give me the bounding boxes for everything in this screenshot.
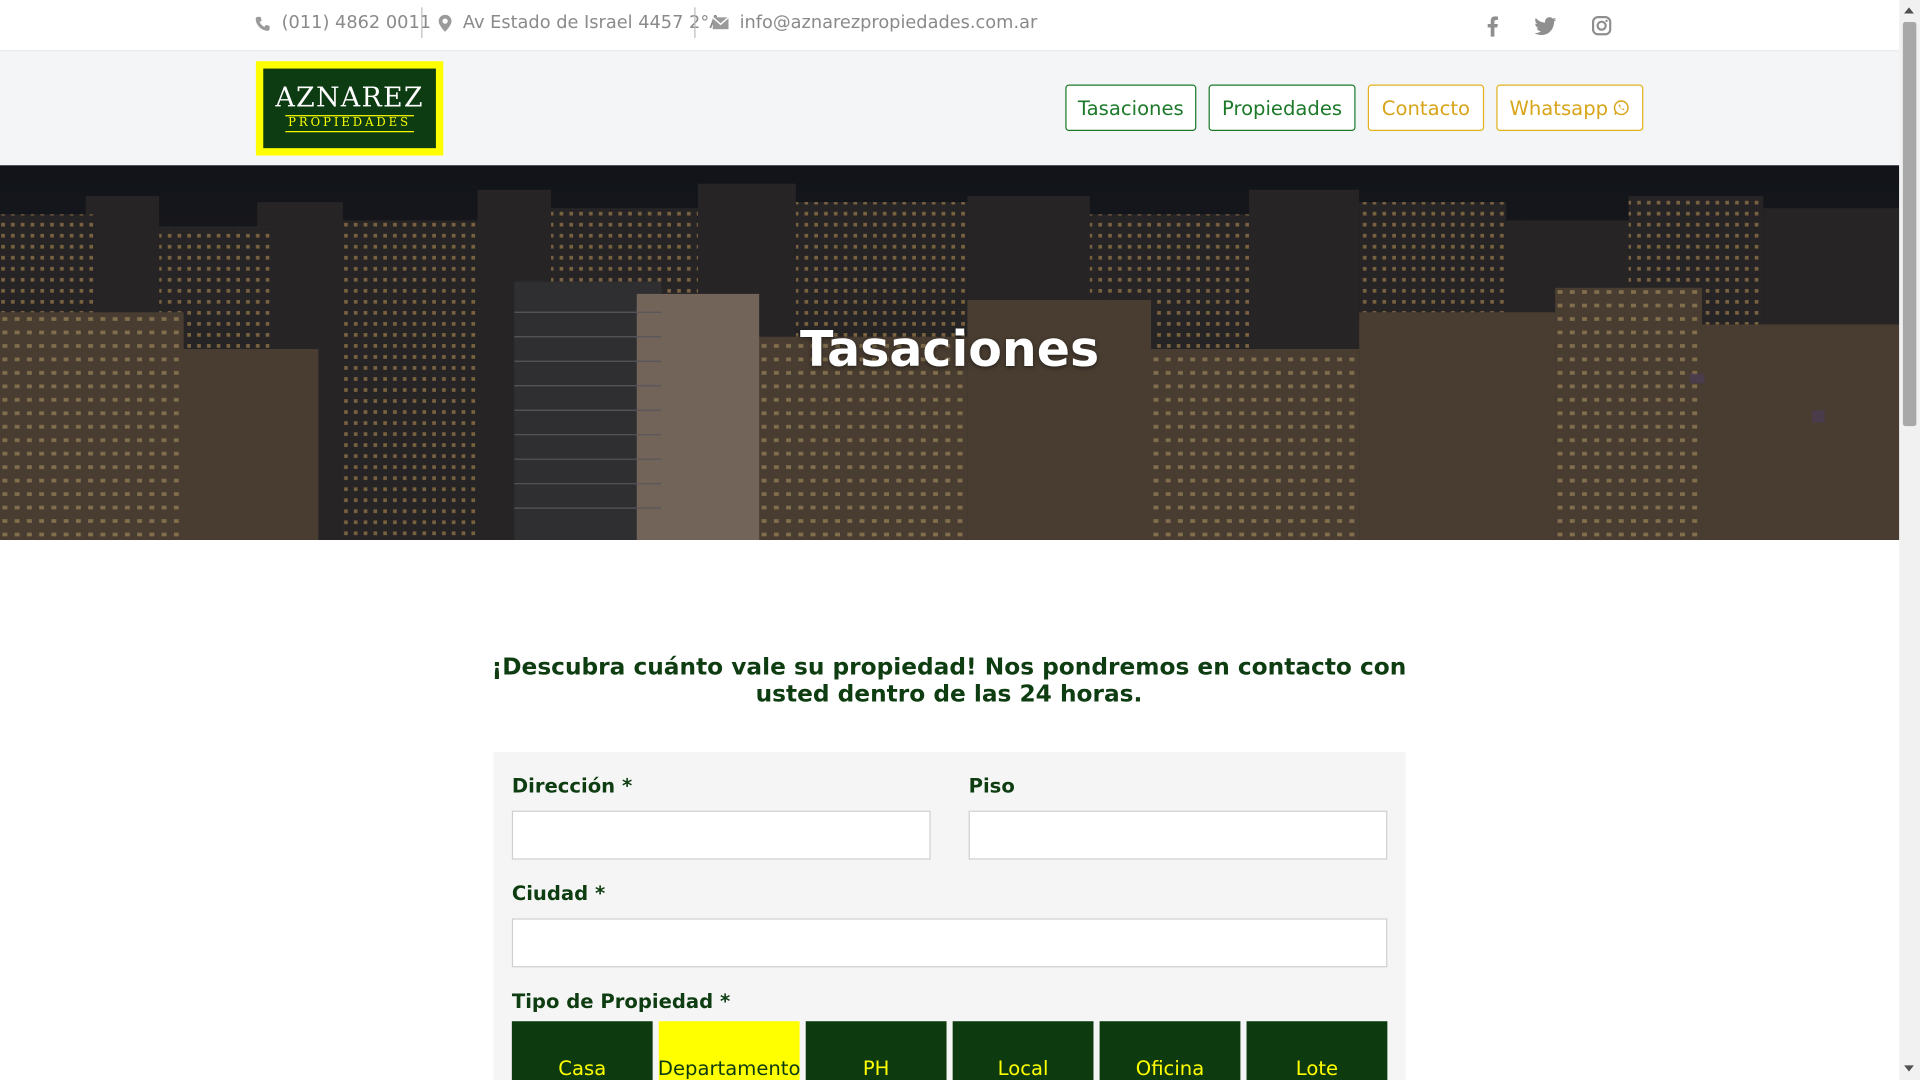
logo-sub-text: PROPIEDADES (285, 115, 414, 133)
address-text: Av Estado de Israel 4457 2°A (462, 13, 722, 34)
piso-label: Piso (968, 773, 1015, 798)
page-scrollbar[interactable] (1899, 0, 1920, 1080)
tipo-casa-button[interactable]: Casa (511, 1021, 653, 1080)
phone-icon (255, 16, 270, 31)
phone-info[interactable]: (011) 4862 0011 (255, 0, 431, 47)
hero-banner: Tasaciones (0, 165, 1900, 541)
tipo-lote-button[interactable]: Lote (1246, 1021, 1388, 1080)
nav-tasaciones-button[interactable]: Tasaciones (1065, 84, 1197, 132)
scroll-down-arrow-icon[interactable] (1904, 1065, 1914, 1072)
address-info[interactable]: Av Estado de Israel 4457 2°A (438, 0, 721, 47)
nav-whatsapp-button[interactable]: Whatsapp (1496, 84, 1644, 132)
logo-inner: AZNAREZ PROPIEDADES (263, 68, 436, 149)
tipo-oficina-label: Oficina (1135, 1056, 1205, 1080)
map-pin-icon (438, 14, 452, 32)
form-headline: ¡Descubra cuánto vale su propiedad! Nos … (491, 653, 1407, 708)
tipo-lote-label: Lote (1295, 1056, 1339, 1080)
brand-logo[interactable]: AZNAREZ PROPIEDADES (255, 61, 444, 156)
top-info-bar: (011) 4862 0011 Av Estado de Israel 4457… (0, 0, 1900, 52)
site-header: AZNAREZ PROPIEDADES Tasaciones Propiedad… (0, 51, 1900, 166)
ciudad-label: Ciudad * (511, 881, 606, 905)
whatsapp-icon (1614, 100, 1630, 116)
piso-input[interactable] (968, 810, 1388, 860)
hero-title: Tasaciones (800, 322, 1100, 379)
envelope-icon (712, 17, 729, 30)
tipo-local-button[interactable]: Local (952, 1021, 1094, 1080)
twitter-icon[interactable] (1533, 13, 1557, 37)
nav-propiedades-label: Propiedades (1221, 96, 1343, 120)
nav-tasaciones-label: Tasaciones (1077, 96, 1184, 120)
tipo-casa-label: Casa (558, 1056, 607, 1080)
email-info[interactable]: info@aznarezpropiedades.com.ar (712, 0, 1038, 47)
direccion-label: Dirección * (511, 773, 633, 798)
scrollbar-thumb[interactable] (1902, 22, 1917, 427)
divider (694, 7, 696, 38)
nav-contacto-label: Contacto (1381, 96, 1471, 120)
page: (011) 4862 0011 Av Estado de Israel 4457… (0, 0, 1920, 1080)
tipo-ph-label: PH (862, 1056, 890, 1080)
facebook-icon[interactable] (1480, 13, 1504, 37)
instagram-icon[interactable] (1589, 13, 1613, 37)
logo-main-text: AZNAREZ (275, 83, 424, 114)
tipo-departamento-button[interactable]: Departamento (657, 1021, 801, 1080)
scroll-up-arrow-icon[interactable] (1904, 7, 1914, 14)
tipo-propiedad-label: Tipo de Propiedad * (511, 989, 731, 1013)
tipo-oficina-button[interactable]: Oficina (1099, 1021, 1241, 1080)
tipo-ph-button[interactable]: PH (805, 1021, 947, 1080)
nav-propiedades-button[interactable]: Propiedades (1208, 84, 1356, 132)
ciudad-input[interactable] (511, 918, 1388, 968)
tipo-local-label: Local (997, 1056, 1049, 1080)
nav-contacto-button[interactable]: Contacto (1367, 84, 1485, 132)
nav-whatsapp-label: Whatsapp (1509, 96, 1609, 120)
email-text: info@aznarezpropiedades.com.ar (739, 13, 1038, 34)
direccion-input[interactable] (511, 810, 931, 860)
tipo-departamento-label: Departamento (657, 1056, 801, 1080)
phone-text: (011) 4862 0011 (281, 13, 432, 34)
divider (421, 7, 423, 38)
